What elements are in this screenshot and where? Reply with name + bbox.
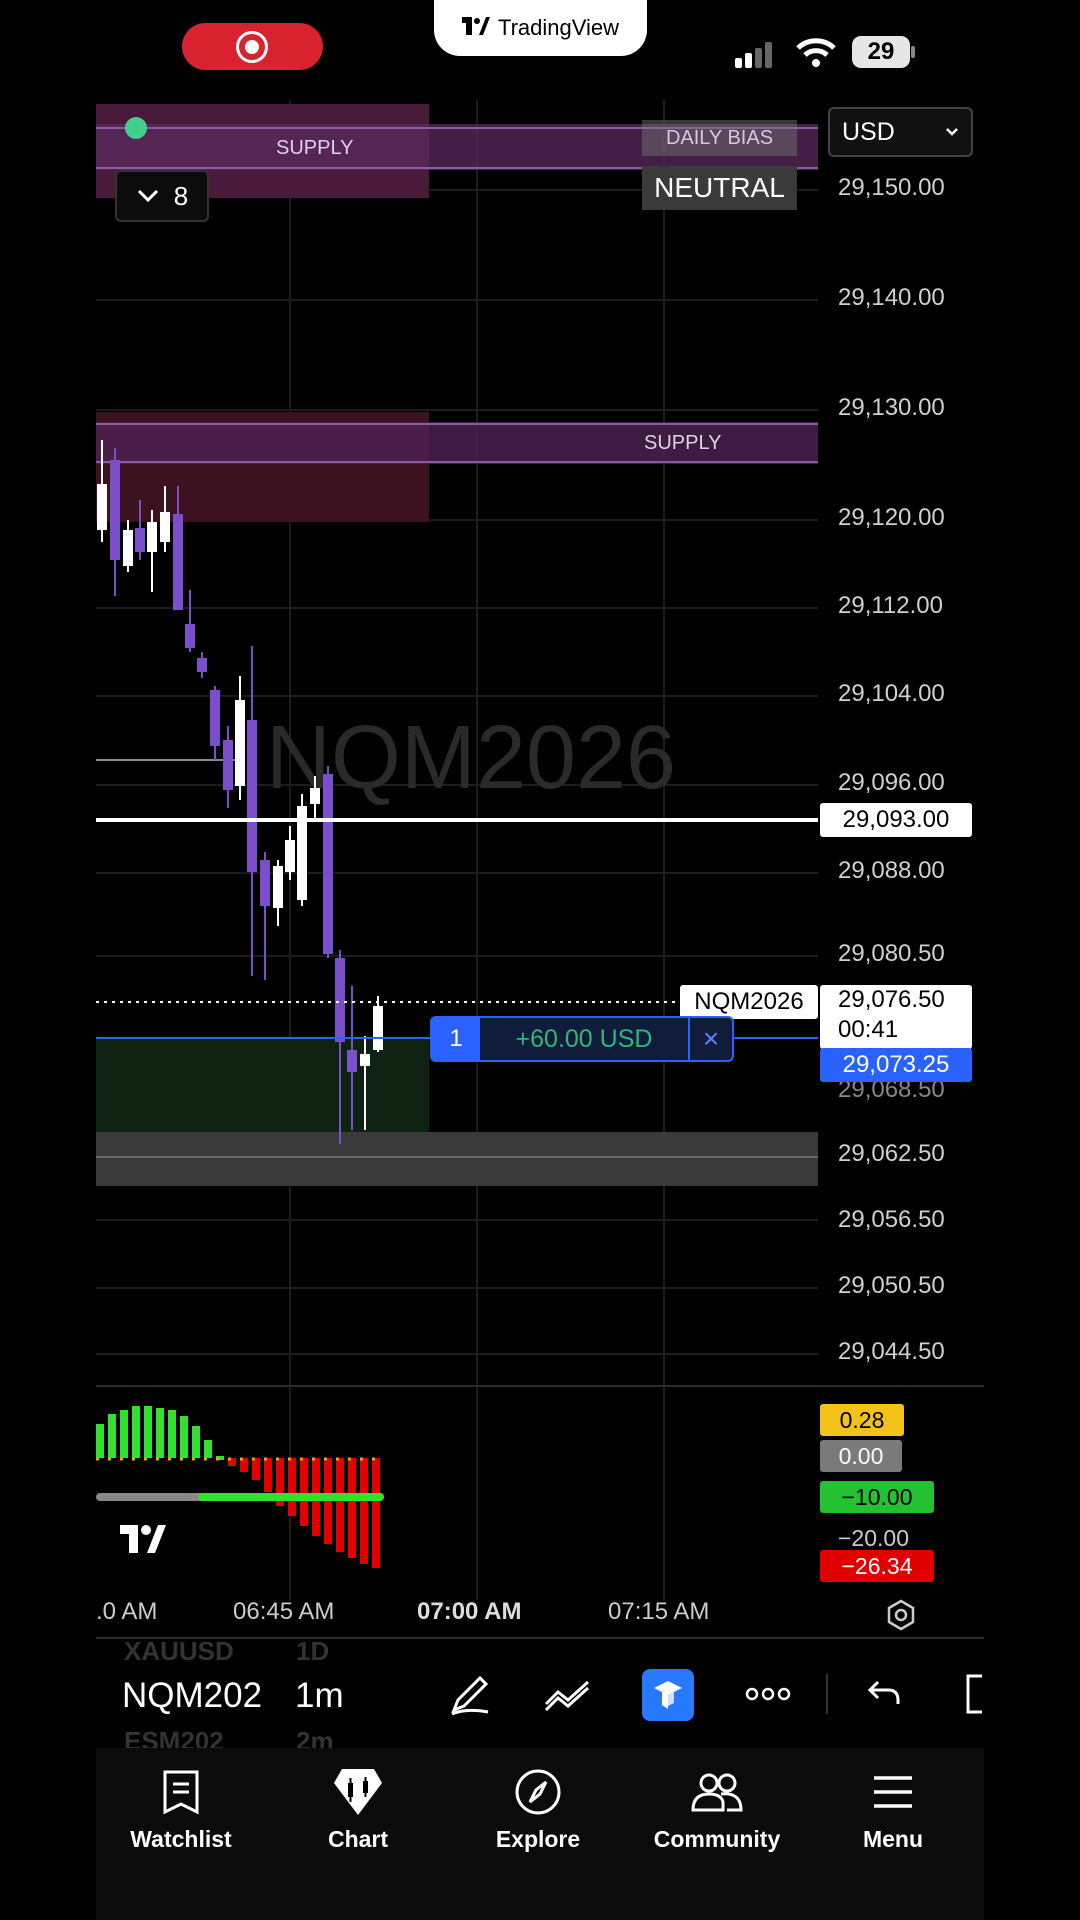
chart-icon (278, 1764, 438, 1820)
symbol-button[interactable]: NQM202 (122, 1676, 262, 1716)
demand-zone-box (96, 1038, 429, 1132)
gray-zone (96, 1132, 818, 1186)
currency-value: USD (842, 117, 895, 146)
price-axis-label: 29,062.50 (838, 1140, 945, 1167)
oscillator-histogram (96, 1406, 380, 1568)
drawing-pen-icon[interactable] (446, 1670, 494, 1723)
position-qty[interactable]: 1 (432, 1018, 480, 1060)
daily-bias-value: NEUTRAL (642, 166, 797, 210)
chevron-down-icon (137, 189, 158, 203)
indicator-dot-icon (125, 117, 147, 139)
currency-select[interactable]: USD (828, 107, 973, 157)
price-axis-label: 29,104.00 (838, 680, 945, 707)
indicator-count: 8 (173, 180, 189, 211)
chart-settings-icon[interactable] (884, 1598, 918, 1637)
price-axis-label: 29,096.00 (838, 769, 945, 796)
trading-panel-icon[interactable] (642, 1669, 694, 1721)
community-icon (637, 1764, 797, 1820)
nav-watchlist[interactable]: Watchlist (101, 1764, 261, 1853)
nav-explore-label: Explore (495, 1826, 581, 1852)
nav-community[interactable]: Community (637, 1764, 797, 1853)
toolbar-divider (826, 1674, 828, 1714)
supply-label-mid: SUPPLY (644, 432, 722, 454)
tradingview-watermark-icon (120, 1525, 166, 1553)
price-axis-label: 29,050.50 (838, 1272, 945, 1299)
nav-community-label: Community (653, 1826, 781, 1852)
bar-countdown: 00:41 (838, 1016, 899, 1043)
menu-icon (813, 1764, 973, 1820)
time-axis-label-1: 06:45 AM (233, 1598, 335, 1625)
price-axis-label: 29,150.00 (838, 174, 945, 201)
interval-picker-prev: 1D (296, 1636, 330, 1666)
compass-icon (458, 1764, 618, 1820)
position-pnl: +60.00 USD (515, 1024, 653, 1053)
symbol-price-tag: NQM2026 (680, 985, 818, 1019)
symbol-picker-prev: XAUUSD (124, 1636, 234, 1666)
nav-explore[interactable]: Explore (458, 1764, 618, 1853)
close-position-icon[interactable]: × (688, 1018, 732, 1060)
osc-label-green: −10.00 (820, 1481, 934, 1513)
nav-menu[interactable]: Menu (813, 1764, 973, 1853)
time-axis-label-0: .0 AM (96, 1598, 158, 1625)
osc-label-red: −26.34 (820, 1550, 934, 1582)
price-axis-label: 29,056.50 (838, 1206, 945, 1233)
watchlist-icon (101, 1764, 261, 1820)
position-price-tag: 29,073.25 (820, 1048, 972, 1082)
time-axis-label-3: 07:15 AM (608, 1598, 710, 1625)
position-widget[interactable]: 1 +60.00 USD × (430, 1016, 734, 1062)
last-price-tag: 29,076.50 00:41 (820, 985, 972, 1049)
undo-icon[interactable] (866, 1678, 902, 1715)
osc-label-yellow: 0.28 (820, 1404, 904, 1436)
osc-label-plain: −20.00 (838, 1525, 909, 1551)
nav-watchlist-label: Watchlist (130, 1826, 232, 1852)
osc-label-gray: 0.00 (820, 1440, 902, 1472)
price-axis-label: 29,130.00 (838, 394, 945, 421)
indicators-toggle-button[interactable]: 8 (115, 170, 209, 222)
time-axis-label-2: 07:00 AM (417, 1598, 522, 1625)
price-axis-label: 29,080.50 (838, 940, 945, 967)
price-axis-label: 29,120.00 (838, 504, 945, 531)
last-price-value: 29,076.50 (838, 986, 945, 1013)
chevron-down-icon (946, 128, 958, 136)
trend-lines-icon[interactable] (542, 1670, 594, 1723)
horizontal-line-price-tag[interactable]: 29,093.00 (820, 803, 972, 837)
nav-menu-label: Menu (862, 1826, 924, 1852)
price-axis-label: 29,112.00 (838, 592, 943, 619)
supply-label-top: SUPPLY (276, 137, 354, 159)
price-axis-label: 29,044.50 (838, 1338, 945, 1365)
nav-chart-label: Chart (327, 1826, 389, 1852)
interval-button[interactable]: 1m (295, 1676, 344, 1716)
nav-chart[interactable]: Chart (278, 1764, 438, 1853)
price-axis-label: 29,088.00 (838, 857, 945, 884)
more-options-icon[interactable] (744, 1682, 792, 1711)
daily-bias-label: DAILY BIAS (642, 120, 797, 156)
fullscreen-icon[interactable] (962, 1672, 984, 1721)
bottom-navigation: Watchlist Chart Explore Community Menu (96, 1748, 984, 1920)
price-axis-label: 29,140.00 (838, 284, 945, 311)
